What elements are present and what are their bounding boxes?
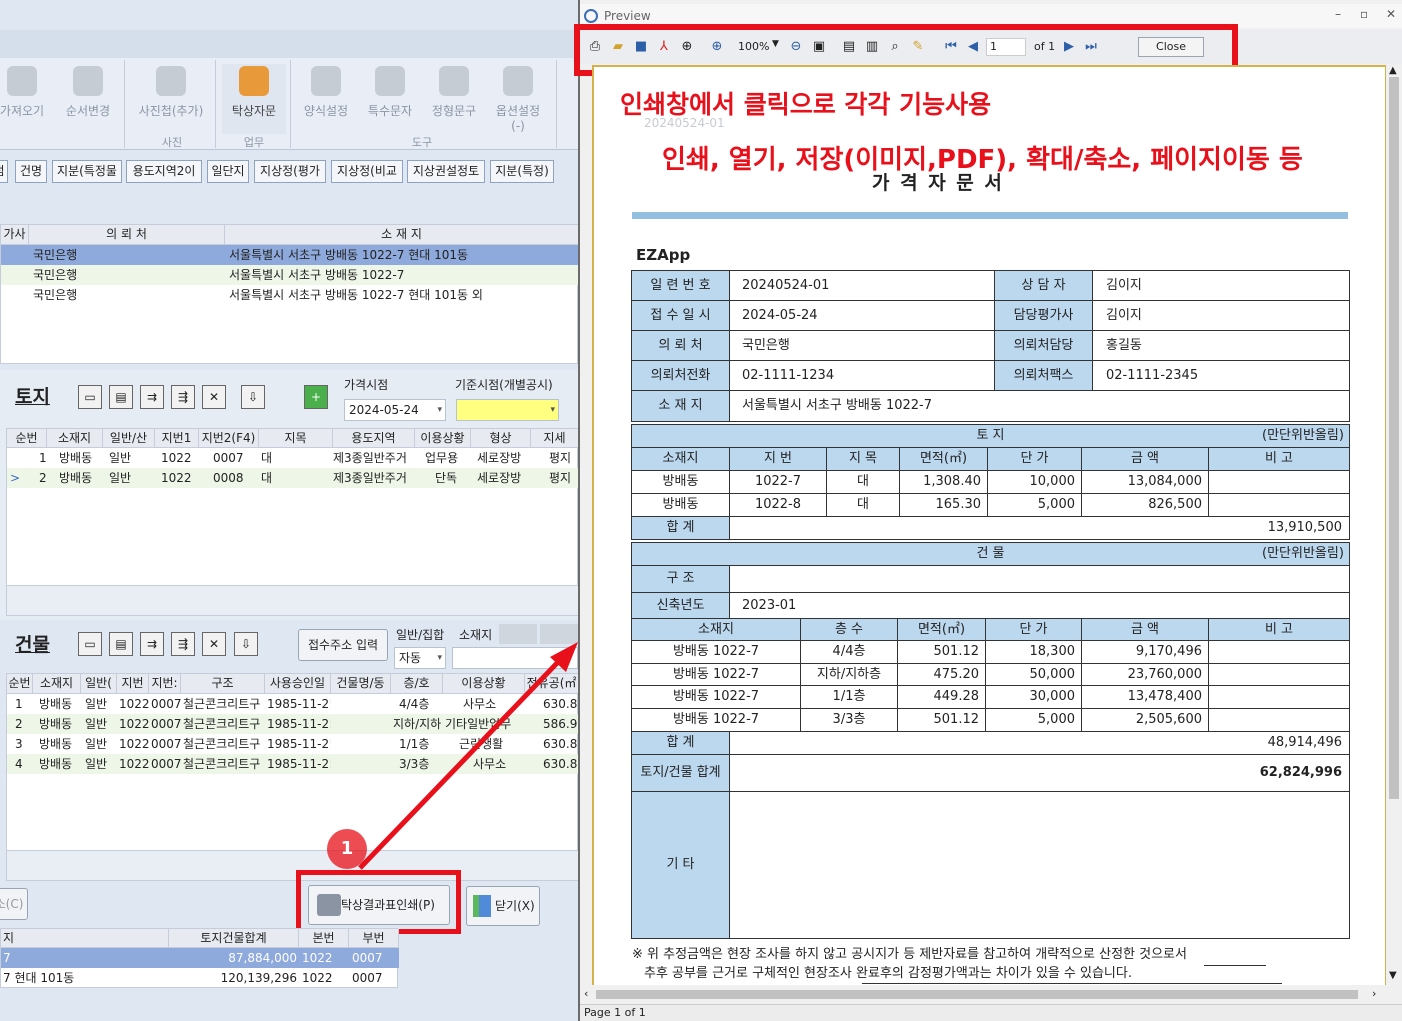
annotation-arrow — [358, 642, 578, 870]
